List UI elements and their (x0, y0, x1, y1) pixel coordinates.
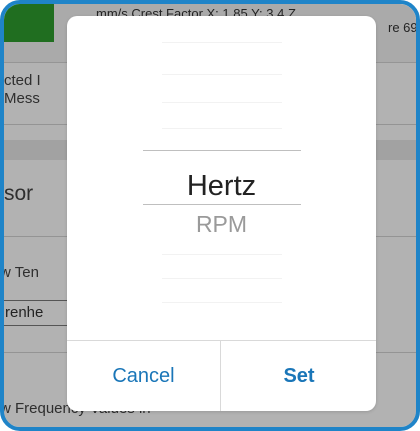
wheel-faint-line (162, 278, 282, 279)
wheel-faint-line (162, 254, 282, 255)
frequency-unit-picker-dialog: Hertz RPM Cancel Set (67, 16, 376, 411)
wheel-faint-line (162, 102, 282, 103)
selection-top-line (143, 150, 301, 151)
wheel-faint-line (162, 74, 282, 75)
selection-bottom-line (143, 204, 301, 205)
set-button[interactable]: Set (222, 341, 376, 411)
cancel-button[interactable]: Cancel (67, 341, 221, 411)
dialog-button-row: Cancel Set (67, 340, 376, 411)
wheel-faint-line (162, 42, 282, 43)
picker-option[interactable]: RPM (67, 210, 376, 238)
wheel-faint-line (162, 302, 282, 303)
wheel-faint-line (162, 128, 282, 129)
unit-picker-wheel[interactable]: Hertz RPM (67, 16, 376, 340)
picker-option-selected[interactable]: Hertz (67, 169, 376, 203)
device-frame: mm/s Crest Factor X: 1.85 Y: 3.4 Z re 69… (0, 0, 420, 431)
